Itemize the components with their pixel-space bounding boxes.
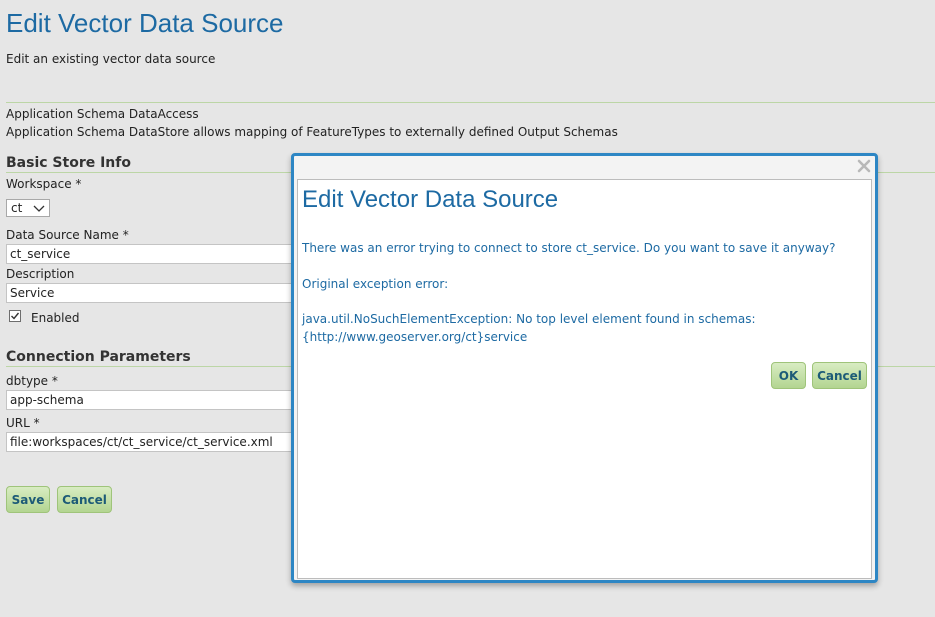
error-dialog: Edit Vector Data Source There was an err… (291, 153, 878, 583)
enabled-checkbox[interactable] (9, 310, 21, 322)
data-source-name-label: Data Source Name * (6, 228, 129, 242)
dialog-title: Edit Vector Data Source (302, 186, 559, 213)
page-title: Edit Vector Data Source (6, 8, 284, 38)
cancel-button[interactable]: Cancel (57, 486, 112, 513)
chevron-down-icon (33, 202, 45, 217)
check-icon (11, 312, 20, 320)
enabled-label: Enabled (31, 311, 80, 325)
page-description: Edit an existing vector data source (6, 52, 216, 66)
exception-label: Original exception error: (302, 277, 449, 291)
dialog-message: There was an error trying to connect to … (302, 241, 836, 255)
store-type: Application Schema DataAccess (6, 107, 199, 121)
workspace-select-value: ct (11, 201, 23, 215)
url-input[interactable]: file:workspaces/ct/ct_service/ct_service… (6, 432, 310, 452)
dbtype-label: dbtype * (6, 374, 58, 388)
dialog-body: Edit Vector Data Source There was an err… (297, 179, 872, 579)
data-source-name-input[interactable]: ct_service (6, 244, 310, 264)
description-input[interactable]: Service (6, 283, 310, 303)
store-type-description: Application Schema DataStore allows mapp… (6, 125, 618, 139)
dialog-cancel-button[interactable]: Cancel (812, 362, 867, 389)
workspace-label: Workspace * (6, 177, 82, 191)
dbtype-input[interactable]: app-schema (6, 390, 310, 410)
close-icon[interactable] (857, 159, 871, 176)
url-label: URL * (6, 416, 40, 430)
exception-text: java.util.NoSuchElementException: No top… (302, 312, 756, 344)
connection-parameters-heading: Connection Parameters (6, 349, 191, 365)
save-button[interactable]: Save (6, 486, 50, 513)
ok-button[interactable]: OK (771, 362, 806, 389)
basic-store-info-heading: Basic Store Info (6, 155, 131, 171)
description-label: Description (6, 267, 75, 281)
workspace-select[interactable]: ct (6, 199, 50, 217)
divider (6, 102, 935, 103)
